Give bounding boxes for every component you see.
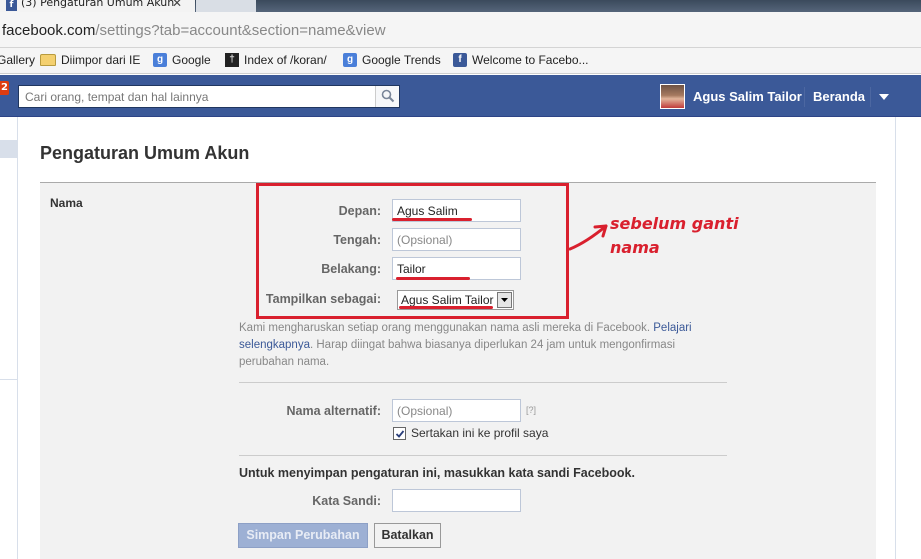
real-name-help-text: Kami mengharuskan setiap orang menggunak… [239,320,729,371]
alternate-name-field[interactable] [392,399,521,422]
annotation-underline [396,277,470,280]
left-sidebar [0,117,18,559]
facebook-favicon-icon: f [6,0,17,11]
browser-tabstrip: f (3) Pengaturan Umum Akun ✕ [0,0,921,12]
divider [239,382,727,383]
topbar-divider [804,87,805,107]
annotation-highlight-box [256,183,569,319]
bookmark-label: Google Trends [362,53,441,67]
bookmark-google-trends[interactable]: g Google Trends [343,53,441,67]
section-label: Nama [50,196,83,210]
save-changes-button[interactable]: Simpan Perubahan [238,523,368,548]
search-icon [381,89,395,103]
browser-tab[interactable]: f (3) Pengaturan Umum Akun ✕ [0,0,195,12]
annotation-underline [399,306,493,309]
home-link[interactable]: Beranda [813,89,865,104]
include-profile-label[interactable]: Sertakan ini ke profil saya [411,426,548,440]
bookmark-google[interactable]: g Google [153,53,211,67]
browser-tab-title: (3) Pengaturan Umum Akun [21,0,175,9]
account-menu-button[interactable] [874,89,894,105]
annotation-underline [392,218,472,221]
user-avatar[interactable] [660,84,685,109]
address-bar[interactable]: facebook.com/settings?tab=account&sectio… [0,12,921,48]
koran-icon: † [225,53,239,67]
annotation-text: sebelum ganti nama [610,214,739,257]
user-name-link[interactable]: Agus Salim Tailor [693,89,802,104]
password-label: Kata Sandi: [312,494,381,508]
notification-badge[interactable]: 2 [0,81,9,95]
bookmark-diimpor[interactable]: Diimpor dari IE [40,53,140,67]
bookmark-label: Diimpor dari IE [61,53,141,67]
cancel-button[interactable]: Batalkan [374,523,441,548]
checkmark-icon [395,430,405,438]
include-profile-checkbox[interactable] [393,427,406,440]
facebook-icon: f [453,53,467,67]
sidebar-item-selected[interactable] [0,140,18,158]
facebook-topbar: 2 Agus Salim Tailor Beranda [0,75,921,117]
folder-icon [40,54,56,66]
chevron-down-icon [879,94,889,100]
close-tab-icon[interactable]: ✕ [172,0,182,12]
content-border [895,117,896,559]
url-text[interactable]: facebook.com/settings?tab=account&sectio… [2,22,386,39]
bookmark-label: Gallery [0,53,36,67]
bookmarks-bar: Gallery Diimpor dari IE g Google † Index… [0,48,921,74]
new-tab-button[interactable] [196,0,256,12]
url-host: facebook.com [2,22,96,39]
help-icon[interactable]: [?] [526,405,536,415]
url-path: /settings?tab=account&section=name&view [95,22,386,39]
topbar-divider [870,87,871,107]
search-input[interactable] [19,86,375,107]
bookmark-label: Welcome to Facebo... [472,53,589,67]
help-text-part: Kami mengharuskan setiap orang menggunak… [239,322,654,334]
save-instruction: Untuk menyimpan pengaturan ini, masukkan… [239,466,635,480]
sidebar-divider [0,379,18,380]
divider [239,455,727,456]
bookmark-label: Google [172,53,211,67]
bookmark-gallery[interactable]: Gallery [0,53,35,67]
search-button[interactable] [375,86,399,107]
bookmark-welcome-facebook[interactable]: f Welcome to Facebo... [453,53,589,67]
alternate-name-label: Nama alternatif: [286,404,381,418]
bookmark-index-koran[interactable]: † Index of /koran/ [225,53,327,67]
search-box [18,85,400,108]
google-icon: g [343,53,357,67]
bookmark-label: Index of /koran/ [244,53,327,67]
page-title: Pengaturan Umum Akun [40,143,250,163]
password-field[interactable] [392,489,521,512]
annotation-arrow-icon [568,224,608,251]
google-icon: g [153,53,167,67]
